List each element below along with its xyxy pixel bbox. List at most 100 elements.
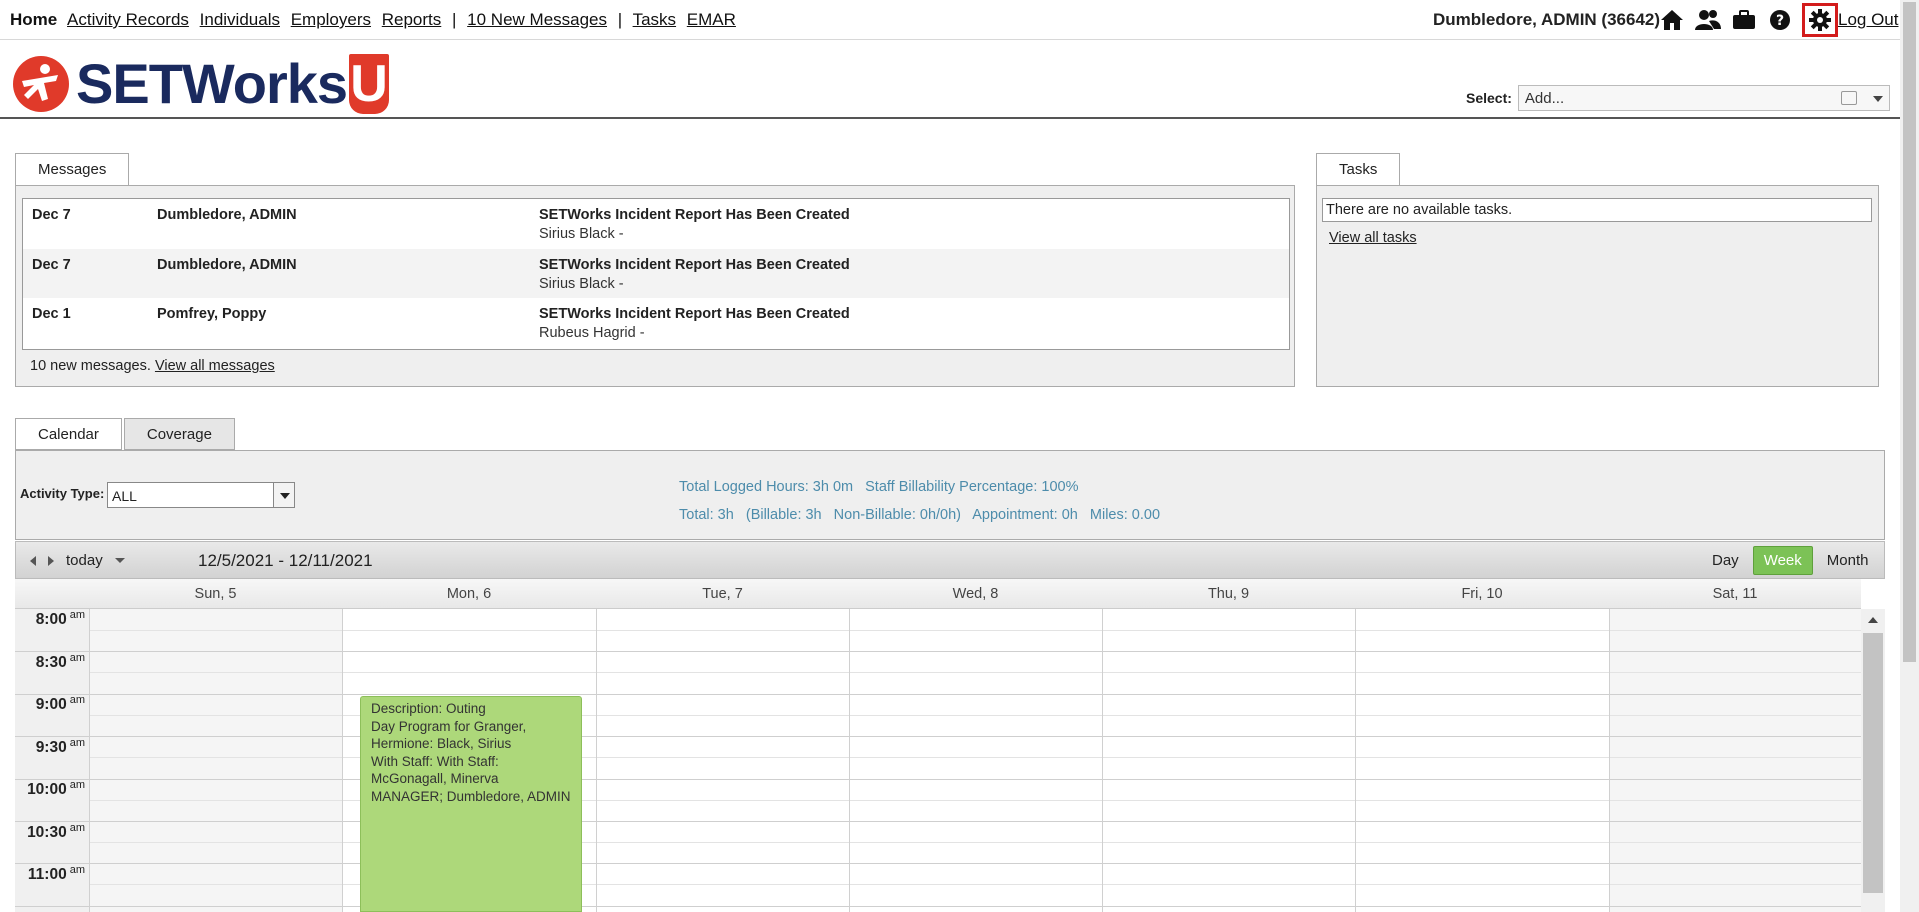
grid-line	[15, 863, 1861, 864]
view-day-button[interactable]: Day	[1702, 547, 1749, 574]
note-icon	[1840, 91, 1857, 105]
nav-tasks[interactable]: Tasks	[633, 10, 676, 29]
message-from: Dumbledore, ADMIN	[157, 256, 297, 273]
non-billable-hours: Non-Billable: 0h/0h)	[833, 507, 962, 523]
grid-line	[89, 884, 1861, 885]
message-detail: Rubeus Hagrid -	[539, 325, 645, 341]
total-logged-hours: Total Logged Hours: 3h 0m	[679, 479, 854, 495]
nav-individuals[interactable]: Individuals	[200, 10, 280, 29]
day-header: Wed, 8	[952, 586, 999, 602]
chevron-down-icon[interactable]	[114, 558, 125, 563]
nav-icons: ?	[1658, 3, 1842, 37]
tab-calendar[interactable]: Calendar	[15, 418, 122, 450]
add-dropdown[interactable]: Add...	[1517, 85, 1890, 111]
grid-line	[89, 757, 1861, 758]
chevron-down-icon[interactable]	[273, 482, 295, 508]
message-detail: Sirius Black -	[539, 226, 624, 242]
help-icon[interactable]: ?	[1766, 6, 1794, 34]
users-icon[interactable]	[1694, 6, 1722, 34]
calendar-grid[interactable]: 8:00 am 8:30 am 9:00 am 9:30 am 10:00 am 10:3…	[15, 609, 1861, 912]
tab-messages[interactable]: Messages	[15, 153, 130, 185]
day-header: Sat, 11	[1712, 586, 1758, 602]
message-subject[interactable]: SETWorks Incident Report Has Been Create…	[539, 207, 850, 223]
time-label: 10:00 am	[27, 779, 85, 799]
page-scrollbar[interactable]	[1900, 0, 1919, 912]
view-all-tasks-link[interactable]: View all tasks	[1329, 230, 1417, 246]
time-label: 10:30 am	[27, 822, 85, 842]
home-icon[interactable]	[1658, 6, 1686, 34]
grid-line	[15, 779, 1861, 780]
message-from: Pomfrey, Poppy	[157, 306, 267, 322]
top-nav: Home Activity Records Individuals Employ…	[0, 0, 1900, 40]
scroll-up-icon[interactable]	[1868, 617, 1878, 623]
message-date: Dec 1	[32, 306, 71, 322]
message-detail: Sirius Black -	[539, 275, 624, 292]
header-band: SETWorks U Select: Add...	[0, 41, 1900, 119]
calendar-nav: today	[30, 552, 125, 569]
grid-line	[15, 694, 1861, 695]
day-header: Thu, 9	[1207, 586, 1250, 602]
svg-text:?: ?	[1776, 13, 1784, 29]
grid-line	[1609, 609, 1610, 912]
weekend-column	[1609, 609, 1861, 912]
nav-links: Home Activity Records Individuals Employ…	[10, 10, 742, 30]
nav-home[interactable]: Home	[10, 10, 57, 29]
grid-line	[89, 715, 1861, 716]
tab-tasks[interactable]: Tasks	[1316, 153, 1401, 185]
day-header: Mon, 6	[446, 586, 492, 602]
tab-coverage[interactable]: Coverage	[123, 418, 235, 450]
grid-line	[15, 651, 1861, 652]
scrollbar-thumb[interactable]	[1863, 633, 1883, 893]
appointment-hours: Appointment: 0h	[972, 507, 1078, 523]
message-row[interactable]: Dec 7 Dumbledore, ADMIN SETWorks Inciden…	[23, 248, 1289, 298]
next-week-icon[interactable]	[48, 555, 54, 566]
select-label: Select:	[1466, 90, 1512, 106]
nav-reports[interactable]: Reports	[382, 10, 442, 29]
grid-line	[849, 609, 850, 912]
gear-icon[interactable]	[1802, 3, 1838, 37]
nav-separator: |	[452, 10, 457, 29]
logout-link[interactable]: Log Out	[1838, 10, 1899, 30]
message-subject[interactable]: SETWorks Incident Report Has Been Create…	[539, 257, 850, 273]
view-month-button[interactable]: Month	[1817, 547, 1879, 574]
day-header: Fri, 10	[1461, 586, 1503, 602]
weekend-column	[89, 609, 342, 912]
current-user: Dumbledore, ADMIN (36642)	[1433, 10, 1661, 29]
message-row[interactable]: Dec 7 Dumbledore, ADMIN SETWorks Inciden…	[23, 199, 1289, 249]
grid-line	[89, 800, 1861, 801]
view-all-messages-link[interactable]: View all messages	[155, 358, 275, 374]
view-week-button[interactable]: Week	[1752, 546, 1813, 575]
messages-count: 10 new messages.	[30, 358, 155, 374]
today-button[interactable]: today	[66, 552, 103, 569]
nav-emar[interactable]: EMAR	[687, 10, 736, 29]
message-date: Dec 7	[32, 207, 71, 223]
activity-type-select[interactable]: ALL	[107, 482, 295, 508]
grid-line	[89, 672, 1861, 673]
time-label: 11:00 am	[27, 864, 85, 884]
nav-activity-records[interactable]: Activity Records	[67, 10, 189, 29]
message-subject[interactable]: SETWorks Incident Report Has Been Create…	[539, 306, 850, 322]
billable-hours: (Billable: 3h	[745, 507, 822, 523]
hours-summary: Total Logged Hours: 3h 0m Staff Billabil…	[679, 473, 1168, 529]
event-staff: With Staff: With Staff: McGonagall, Mine…	[371, 753, 571, 804]
add-select: Select: Add...	[1466, 85, 1890, 111]
messages-table: Dec 7 Dumbledore, ADMIN SETWorks Inciden…	[22, 198, 1290, 350]
message-from: Dumbledore, ADMIN	[157, 207, 297, 223]
setworks-logo[interactable]: SETWorks U	[12, 51, 390, 116]
calendar-tabs: Calendar Coverage	[15, 418, 237, 450]
nav-new-messages[interactable]: 10 New Messages	[467, 10, 607, 29]
message-row[interactable]: Dec 1 Pomfrey, Poppy SETWorks Incident R…	[23, 298, 1289, 348]
date-range: 12/5/2021 - 12/11/2021	[198, 551, 373, 570]
activity-type-value: ALL	[112, 488, 137, 504]
briefcase-icon[interactable]	[1730, 6, 1758, 34]
calendar-event[interactable]: Description: Outing Day Program for Gran…	[360, 696, 582, 912]
day-header: Tue, 7	[702, 586, 743, 602]
view-switcher: Day Week Month	[1702, 546, 1882, 575]
prev-week-icon[interactable]	[30, 555, 36, 566]
page-scrollbar-thumb[interactable]	[1903, 2, 1916, 662]
grid-line	[1102, 609, 1103, 912]
nav-employers[interactable]: Employers	[291, 10, 371, 29]
calendar-scrollbar[interactable]	[1861, 609, 1885, 912]
nav-separator: |	[617, 10, 623, 29]
message-date: Dec 7	[32, 256, 71, 273]
